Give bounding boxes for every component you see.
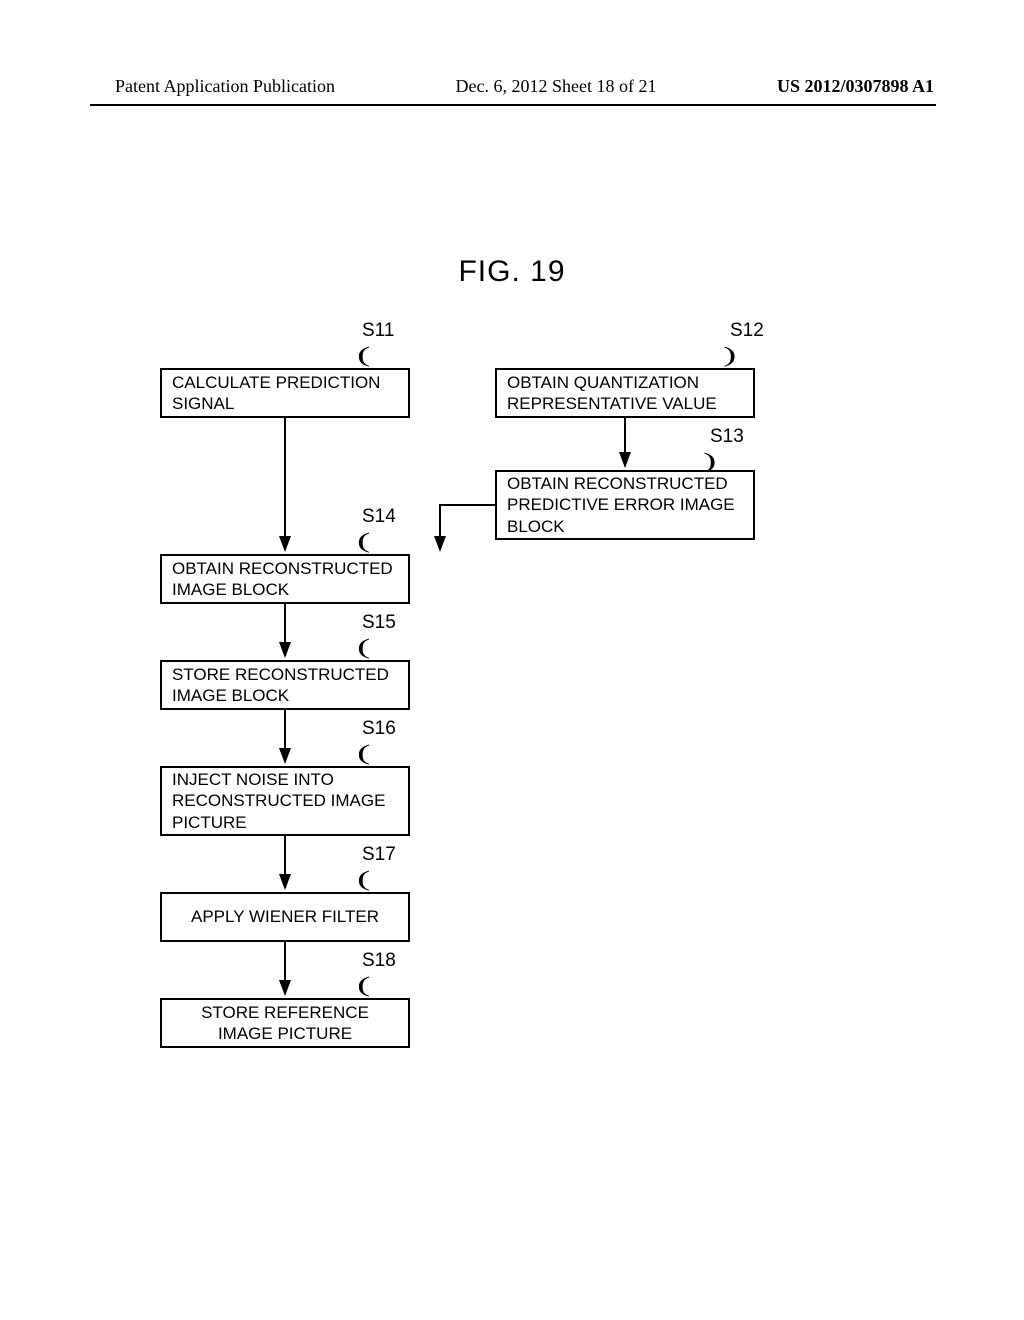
header-right: US 2012/0307898 A1	[777, 76, 934, 97]
flow-arrows	[150, 320, 790, 1200]
header-left: Patent Application Publication	[115, 76, 335, 97]
header-center: Dec. 6, 2012 Sheet 18 of 21	[455, 76, 656, 97]
header-rule	[90, 104, 936, 106]
page-header: Patent Application Publication Dec. 6, 2…	[115, 76, 934, 97]
flowchart: S11 ( CALCULATE PREDICTION SIGNAL S12 ) …	[150, 320, 790, 1200]
figure-title: FIG. 19	[0, 255, 1024, 289]
page: Patent Application Publication Dec. 6, 2…	[0, 0, 1024, 1320]
